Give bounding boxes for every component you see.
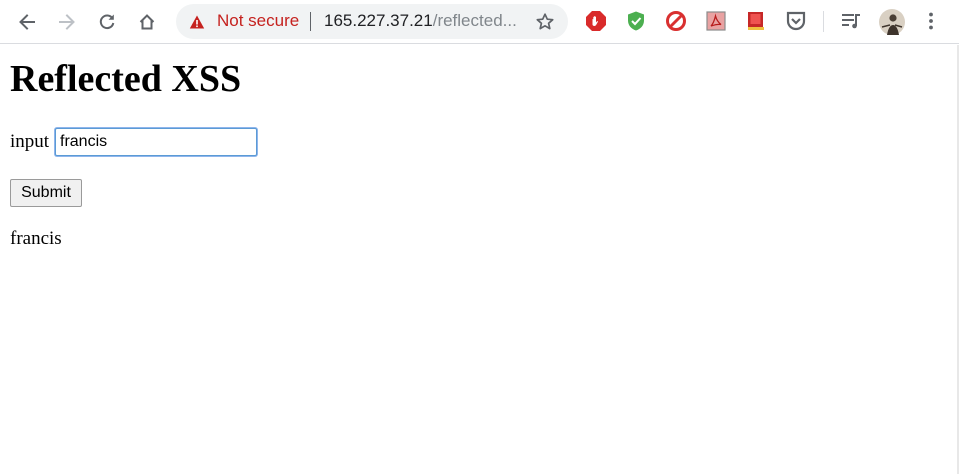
back-button[interactable]: [12, 7, 42, 37]
book-icon: [748, 12, 764, 30]
shield-check-icon: [628, 11, 644, 31]
forward-icon: [59, 14, 75, 30]
adblock-extension-button[interactable]: [584, 9, 608, 33]
page-title: Reflected XSS: [10, 58, 242, 100]
shield-extension-button[interactable]: [624, 9, 648, 33]
pdf-extension-button[interactable]: [704, 9, 728, 33]
home-button[interactable]: [132, 7, 162, 37]
page-content: Reflected XSS input Submit francis: [0, 45, 959, 474]
reload-icon: [99, 14, 115, 30]
profile-avatar-icon: [879, 9, 905, 35]
warning-icon: [189, 15, 205, 29]
url-host: 165.227.37.21: [324, 11, 433, 30]
pdf-icon: [706, 11, 726, 31]
bookmark-button[interactable]: [532, 9, 557, 34]
url-text[interactable]: 165.227.37.21/reflected...: [324, 11, 520, 31]
url-path: /reflected...: [432, 11, 517, 30]
omnibox-divider: [310, 12, 311, 31]
avatar[interactable]: [878, 8, 906, 36]
submit-button[interactable]: Submit: [10, 179, 82, 207]
omnibox[interactable]: Not secure 165.227.37.21/reflected...: [176, 4, 568, 39]
block-icon: [666, 11, 686, 31]
browser-toolbar: Not secure 165.227.37.21/reflected...: [0, 0, 959, 44]
forward-button[interactable]: [52, 7, 82, 37]
star-icon: [535, 12, 554, 29]
input-label: input: [10, 131, 50, 152]
security-status-label[interactable]: Not secure: [217, 11, 299, 31]
pocket-icon: [786, 11, 806, 31]
media-queue-button[interactable]: [839, 9, 863, 33]
menu-button[interactable]: [919, 9, 943, 33]
reflected-output-text: francis: [10, 228, 62, 249]
book-extension-button[interactable]: [744, 9, 768, 33]
toolbar-divider: [823, 11, 824, 32]
menu-icon: [929, 12, 933, 30]
pocket-extension-button[interactable]: [784, 9, 808, 33]
media-queue-icon: [842, 14, 860, 29]
back-icon: [19, 14, 35, 30]
adblock-icon: [586, 11, 606, 31]
home-icon: [139, 14, 155, 30]
text-input-field[interactable]: [55, 128, 257, 156]
reload-button[interactable]: [92, 7, 122, 37]
block-extension-button[interactable]: [664, 9, 688, 33]
